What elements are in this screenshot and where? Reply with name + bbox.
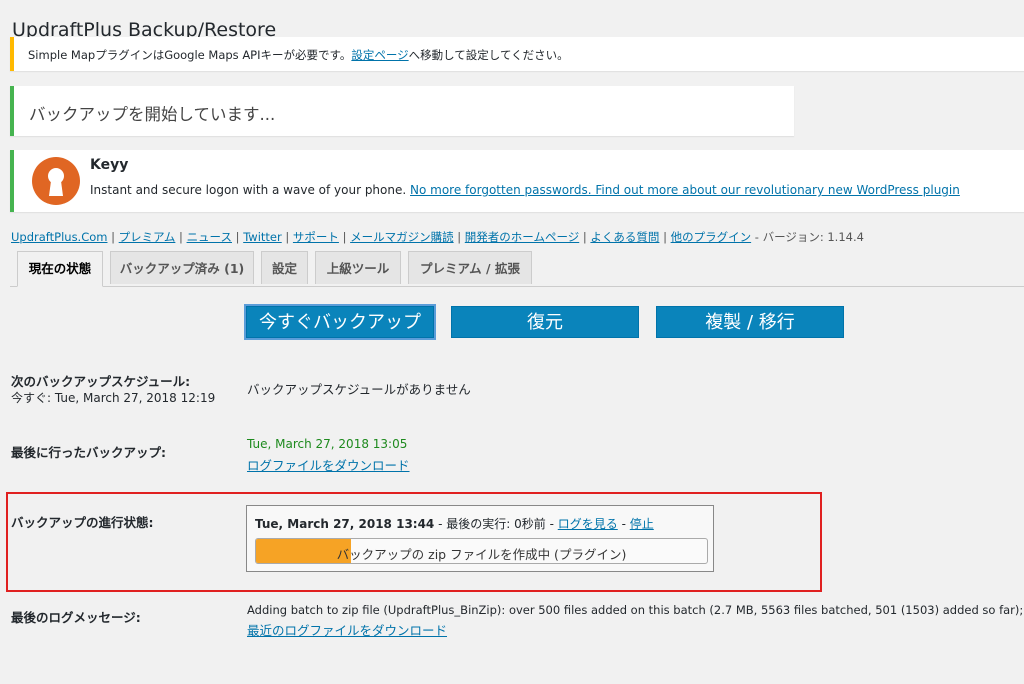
keyhole-icon <box>32 157 80 205</box>
nav-separator: | <box>582 230 587 244</box>
download-log-link[interactable]: ログファイルをダウンロード <box>247 455 410 474</box>
nav-link-developer-homepage[interactable]: 開発者のホームページ <box>465 230 579 244</box>
nav-separator: | <box>235 230 240 244</box>
nav-link-support[interactable]: サポート <box>293 230 339 244</box>
progress-dash: - <box>621 517 626 531</box>
backup-started-notice: バックアップを開始しています... <box>10 86 794 136</box>
nav-link-news[interactable]: ニュース <box>187 230 232 244</box>
download-recent-log-link[interactable]: 最近のログファイルをダウンロード <box>247 620 447 639</box>
last-log-message: Adding batch to zip file (UpdraftPlus_Bi… <box>247 603 1024 617</box>
nav-link-newsletter[interactable]: メールマガジン購読 <box>350 230 454 244</box>
last-backup-label: 最後に行ったバックアップ: <box>11 445 166 460</box>
keyy-title: Keyy <box>90 157 129 173</box>
nav-link-faq[interactable]: よくある質問 <box>590 230 659 244</box>
restore-button[interactable]: 復元 <box>451 306 639 338</box>
nav-link-twitter[interactable]: Twitter <box>243 230 282 244</box>
maps-notice-text: Simple MapプラグインはGoogle Maps APIキーが必要です。 <box>28 48 352 62</box>
nav-separator: | <box>111 230 116 244</box>
nav-link-premium[interactable]: プレミアム <box>119 230 176 244</box>
keyy-learn-more-link[interactable]: No more forgotten passwords. Find out mo… <box>410 183 960 197</box>
tab-existing-backups[interactable]: バックアップ済み (1) <box>110 251 254 284</box>
tab-current-status[interactable]: 現在の状態 <box>17 251 103 287</box>
last-backup-date: Tue, March 27, 2018 13:05 <box>247 437 408 451</box>
maps-api-notice: Simple MapプラグインはGoogle Maps APIキーが必要です。設… <box>10 37 1024 71</box>
tab-advanced-tools[interactable]: 上級ツール <box>315 251 401 284</box>
tab-premium-extensions[interactable]: プレミアム / 拡張 <box>408 251 532 284</box>
nav-link-updraftplus-com[interactable]: UpdraftPlus.Com <box>11 230 107 244</box>
nav-separator: | <box>179 230 183 244</box>
nav-separator: | <box>457 230 462 244</box>
settings-page-link[interactable]: 設定ページ <box>351 48 408 62</box>
progress-date: Tue, March 27, 2018 13:44 <box>255 517 435 531</box>
progress-label: バックアップの進行状態: <box>11 515 154 530</box>
view-log-link[interactable]: ログを見る <box>558 517 618 531</box>
stop-link[interactable]: 停止 <box>630 517 654 531</box>
clone-migrate-button[interactable]: 複製 / 移行 <box>656 306 844 338</box>
nav-separator: | <box>285 230 290 244</box>
progress-last-run: - 最後の実行: 0秒前 - <box>438 517 554 531</box>
nav-link-other-plugins[interactable]: 他のプラグイン <box>671 230 752 244</box>
progress-bar-text: バックアップの zip ファイルを作成中 (プラグイン) <box>336 547 627 562</box>
nav-separator: | <box>342 230 347 244</box>
schedule-value: バックアップスケジュールがありません <box>247 382 471 397</box>
nav-separator: | <box>663 230 667 244</box>
plugin-nav-links: UpdraftPlus.Com | プレミアム | ニュース | Twitter… <box>11 229 864 245</box>
backup-started-text: バックアップを開始しています... <box>29 105 276 124</box>
tabs-divider <box>10 286 1024 287</box>
tab-settings[interactable]: 設定 <box>261 251 308 284</box>
maps-notice-suffix: へ移動して設定してください。 <box>408 48 569 62</box>
progress-bar: バックアップの zip ファイルを作成中 (プラグイン) <box>255 538 708 564</box>
keyy-notice: Keyy Instant and secure logon with a wav… <box>10 150 1024 212</box>
schedule-label: 次のバックアップスケジュール: <box>11 374 191 389</box>
last-log-label: 最後のログメッセージ: <box>11 610 141 625</box>
version-text: - バージョン: 1.14.4 <box>754 230 864 244</box>
backup-now-button[interactable]: 今すぐバックアップ <box>246 306 434 338</box>
keyy-description: Instant and secure logon with a wave of … <box>90 183 407 197</box>
schedule-now-text: 今すぐ: Tue, March 27, 2018 12:19 <box>11 391 216 405</box>
progress-panel: Tue, March 27, 2018 13:44 - 最後の実行: 0秒前 -… <box>246 505 714 572</box>
